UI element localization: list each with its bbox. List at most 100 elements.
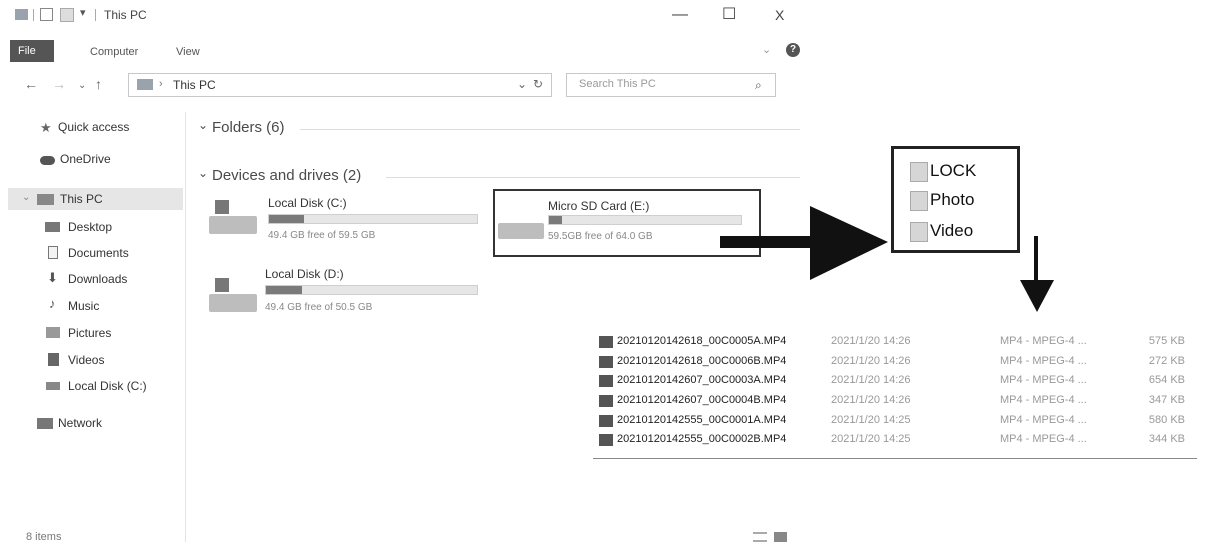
sidebar-item-pictures[interactable]: Pictures [68,326,111,340]
usage-bar [265,285,478,295]
drive-free-space: 49.4 GB free of 50.5 GB [265,302,373,313]
drive-name: Local Disk (C:) [268,196,347,210]
file-type: MP4 - MPEG-4 ... [1000,433,1087,445]
file-type: MP4 - MPEG-4 ... [1000,414,1087,426]
help-icon[interactable]: ? [786,43,800,57]
download-icon: ⬇ [47,270,58,285]
details-view-icon[interactable] [753,532,767,542]
folder-icon [910,222,928,242]
new-folder-icon[interactable] [60,8,74,22]
large-icons-view-icon[interactable] [774,532,787,542]
tab-file[interactable]: File [10,40,54,62]
breadcrumb[interactable]: This PC [173,78,216,92]
folder-name: LOCK [930,161,977,180]
windows-logo-icon [215,200,229,214]
table-row[interactable]: 20210120142607_00C0003A.MP4 2021/1/20 14:… [593,372,1195,390]
usage-bar [548,215,742,225]
card-folder-list: LOCK Photo Video [891,146,1020,253]
title-bar: ▾ This PC — ☐ X [0,0,808,32]
separator [95,9,96,21]
folder-item[interactable]: LOCK [910,161,977,182]
file-type: MP4 - MPEG-4 ... [1000,355,1087,367]
sidebar-item-downloads[interactable]: Downloads [68,272,127,286]
file-date: 2021/1/20 14:25 [831,433,911,445]
hard-drive-icon [209,216,257,234]
divider [300,129,800,130]
sidebar-item-documents[interactable]: Documents [68,246,129,260]
file-size: 347 KB [1148,394,1185,406]
table-row[interactable]: 20210120142618_00C0005A.MP4 2021/1/20 14:… [593,333,1195,351]
sidebar-divider [185,112,186,542]
sidebar: ★ Quick access OneDrive ⌄ This PC Deskto… [0,110,185,430]
sidebar-item-videos[interactable]: Videos [68,353,104,367]
file-name: 20210120142555_00C0001A.MP4 [617,414,787,426]
sidebar-item-quick-access[interactable]: Quick access [58,120,129,134]
video-file-icon [599,356,613,368]
star-icon: ★ [40,120,52,135]
chevron-down-icon[interactable]: ⌄ [517,77,527,91]
table-row[interactable]: 20210120142607_00C0004B.MP4 2021/1/20 14:… [593,392,1195,410]
devices-chevron-icon[interactable]: ⌄ [198,166,208,180]
address-bar[interactable]: › This PC ⌄ ↻ [128,73,552,97]
file-name: 20210120142607_00C0003A.MP4 [617,374,787,386]
table-row[interactable]: 20210120142555_00C0002B.MP4 2021/1/20 14:… [593,431,1195,449]
recent-locations-icon[interactable]: ⌄ [78,80,86,91]
customize-icon[interactable]: ▾ [80,6,86,19]
minimize-button[interactable]: — [672,4,688,26]
table-row[interactable]: 20210120142618_00C0006B.MP4 2021/1/20 14:… [593,353,1195,371]
file-date: 2021/1/20 14:25 [831,414,911,426]
video-file-icon [599,336,613,348]
close-button[interactable]: X [775,4,784,26]
group-header-devices[interactable]: Devices and drives (2) [212,167,361,184]
folder-name: Photo [930,190,975,209]
sidebar-item-music[interactable]: Music [68,299,99,313]
sidebar-item-desktop[interactable]: Desktop [68,220,112,234]
folders-chevron-icon[interactable]: ⌄ [198,118,208,132]
folder-item[interactable]: Video [910,221,974,242]
sd-card-icon [498,223,544,239]
file-type: MP4 - MPEG-4 ... [1000,335,1087,347]
windows-logo-icon [215,278,229,292]
folder-item[interactable]: Photo [910,190,975,211]
maximize-button[interactable]: ☐ [722,4,736,26]
computer-icon [137,79,153,90]
sidebar-item-this-pc[interactable]: This PC [60,192,103,206]
sidebar-item-onedrive[interactable]: OneDrive [60,152,111,166]
divider [593,458,1197,459]
drive-name: Micro SD Card (E:) [548,199,650,213]
drive-tile-c[interactable]: Local Disk (C:) 49.4 GB free of 59.5 GB [205,192,485,252]
separator [33,9,34,21]
folder-name: Video [930,221,974,240]
properties-icon[interactable] [40,8,53,21]
disk-icon [46,382,60,390]
file-type: MP4 - MPEG-4 ... [1000,394,1087,406]
usage-bar-fill [266,286,302,294]
arrow-right-icon [720,206,888,280]
usage-bar-fill [549,216,563,224]
back-icon[interactable]: ← [24,76,38,92]
sidebar-item-network[interactable]: Network [58,416,102,430]
search-input[interactable]: Search This PC ⌕ [566,73,776,97]
forward-icon[interactable]: → [52,76,66,92]
tab-computer[interactable]: Computer [90,46,138,58]
drive-tile-d[interactable]: Local Disk (D:) 49.4 GB free of 50.5 GB [205,264,485,324]
chevron-down-icon[interactable]: ⌄ [22,192,30,203]
chevron-down-icon[interactable]: ⌄ [762,43,771,56]
videos-icon [48,353,59,366]
video-file-icon [599,434,613,446]
table-row[interactable]: 20210120142555_00C0001A.MP4 2021/1/20 14:… [593,412,1195,430]
tab-view[interactable]: View [176,46,200,58]
group-header-folders[interactable]: Folders (6) [212,119,285,136]
up-icon[interactable]: ↑ [95,76,102,92]
refresh-icon[interactable]: ↻ [533,77,543,91]
file-name: 20210120142618_00C0005A.MP4 [617,335,787,347]
ribbon: File Computer View ⌄ ? [0,38,808,64]
file-date: 2021/1/20 14:26 [831,335,911,347]
file-type: MP4 - MPEG-4 ... [1000,374,1087,386]
search-icon[interactable]: ⌕ [755,78,762,93]
file-list: 20210120142618_00C0005A.MP4 2021/1/20 14:… [593,331,1195,459]
file-size: 654 KB [1148,374,1185,386]
arrow-down-icon [1020,236,1054,312]
computer-icon [15,9,28,20]
sidebar-item-local-disk-c[interactable]: Local Disk (C:) [68,379,147,393]
